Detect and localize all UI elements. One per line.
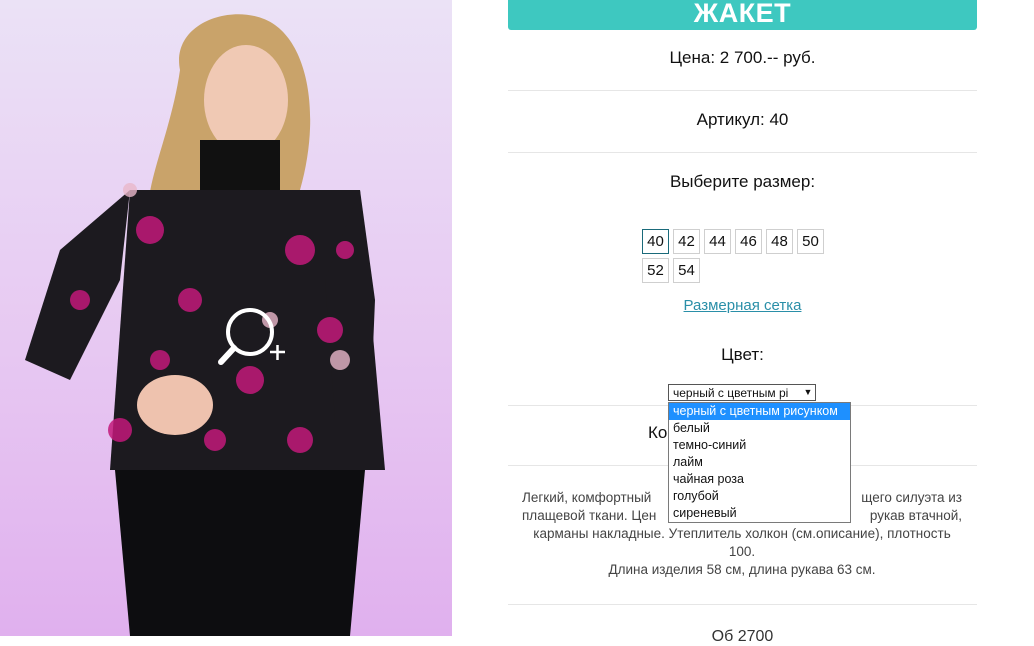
color-option-lime[interactable]: лайм: [669, 454, 850, 471]
divider: [508, 604, 977, 605]
color-option-navy[interactable]: темно-синий: [669, 437, 850, 454]
color-option-white[interactable]: белый: [669, 420, 850, 437]
description-line: карманы накладные. Утеплитель холкон (см…: [533, 526, 951, 559]
divider: [508, 90, 977, 91]
size-option-50[interactable]: 50: [797, 229, 824, 254]
color-option-lilac[interactable]: сиреневый: [669, 505, 850, 522]
size-chart-link[interactable]: Размерная сетка: [508, 297, 977, 314]
dropdown-arrow-icon: ▼: [801, 385, 815, 400]
bottom-partial-text: Об 2700: [711, 628, 774, 645]
size-option-44[interactable]: 44: [704, 229, 731, 254]
quantity-label: Ко: [648, 423, 668, 442]
size-option-48[interactable]: 48: [766, 229, 793, 254]
divider: [508, 152, 977, 153]
color-option-tea-rose[interactable]: чайная роза: [669, 471, 850, 488]
size-option-40[interactable]: 40: [642, 229, 669, 254]
description-line: щего силуэта из: [861, 490, 962, 505]
size-option-42[interactable]: 42: [673, 229, 700, 254]
product-title: ЖАКЕТ: [508, 0, 977, 30]
zoom-button[interactable]: [215, 300, 295, 370]
description-line: Длина изделия 58 см, длина рукава 63 см.: [608, 562, 876, 577]
color-option-light-blue[interactable]: голубой: [669, 488, 850, 505]
size-option-52[interactable]: 52: [642, 258, 669, 283]
product-article: Артикул: 40: [696, 110, 789, 129]
magnifier-plus-icon: [218, 308, 285, 365]
size-option-54[interactable]: 54: [673, 258, 700, 283]
product-info-panel: ЖАКЕТ Цена: 2 700.-- руб. Артикул: 40 Вы…: [508, 0, 977, 645]
size-option-46[interactable]: 46: [735, 229, 762, 254]
description-line: плащевой ткани. Цен: [522, 508, 657, 523]
color-option-black-print[interactable]: черный с цветным рисунком: [669, 403, 850, 420]
description-line: рукав втачной,: [869, 508, 962, 523]
product-price: Цена: 2 700.-- руб.: [669, 48, 816, 67]
color-select-value: черный с цветным рі: [673, 386, 789, 400]
description-line: Легкий, комфортный: [522, 490, 652, 505]
size-prompt: Выберите размер:: [669, 172, 816, 191]
color-dropdown-list: черный с цветным рисунком белый темно-си…: [668, 402, 851, 523]
color-label: Цвет:: [721, 345, 764, 364]
product-photo[interactable]: [0, 0, 452, 636]
color-select[interactable]: черный с цветным рі ▼: [668, 384, 816, 401]
